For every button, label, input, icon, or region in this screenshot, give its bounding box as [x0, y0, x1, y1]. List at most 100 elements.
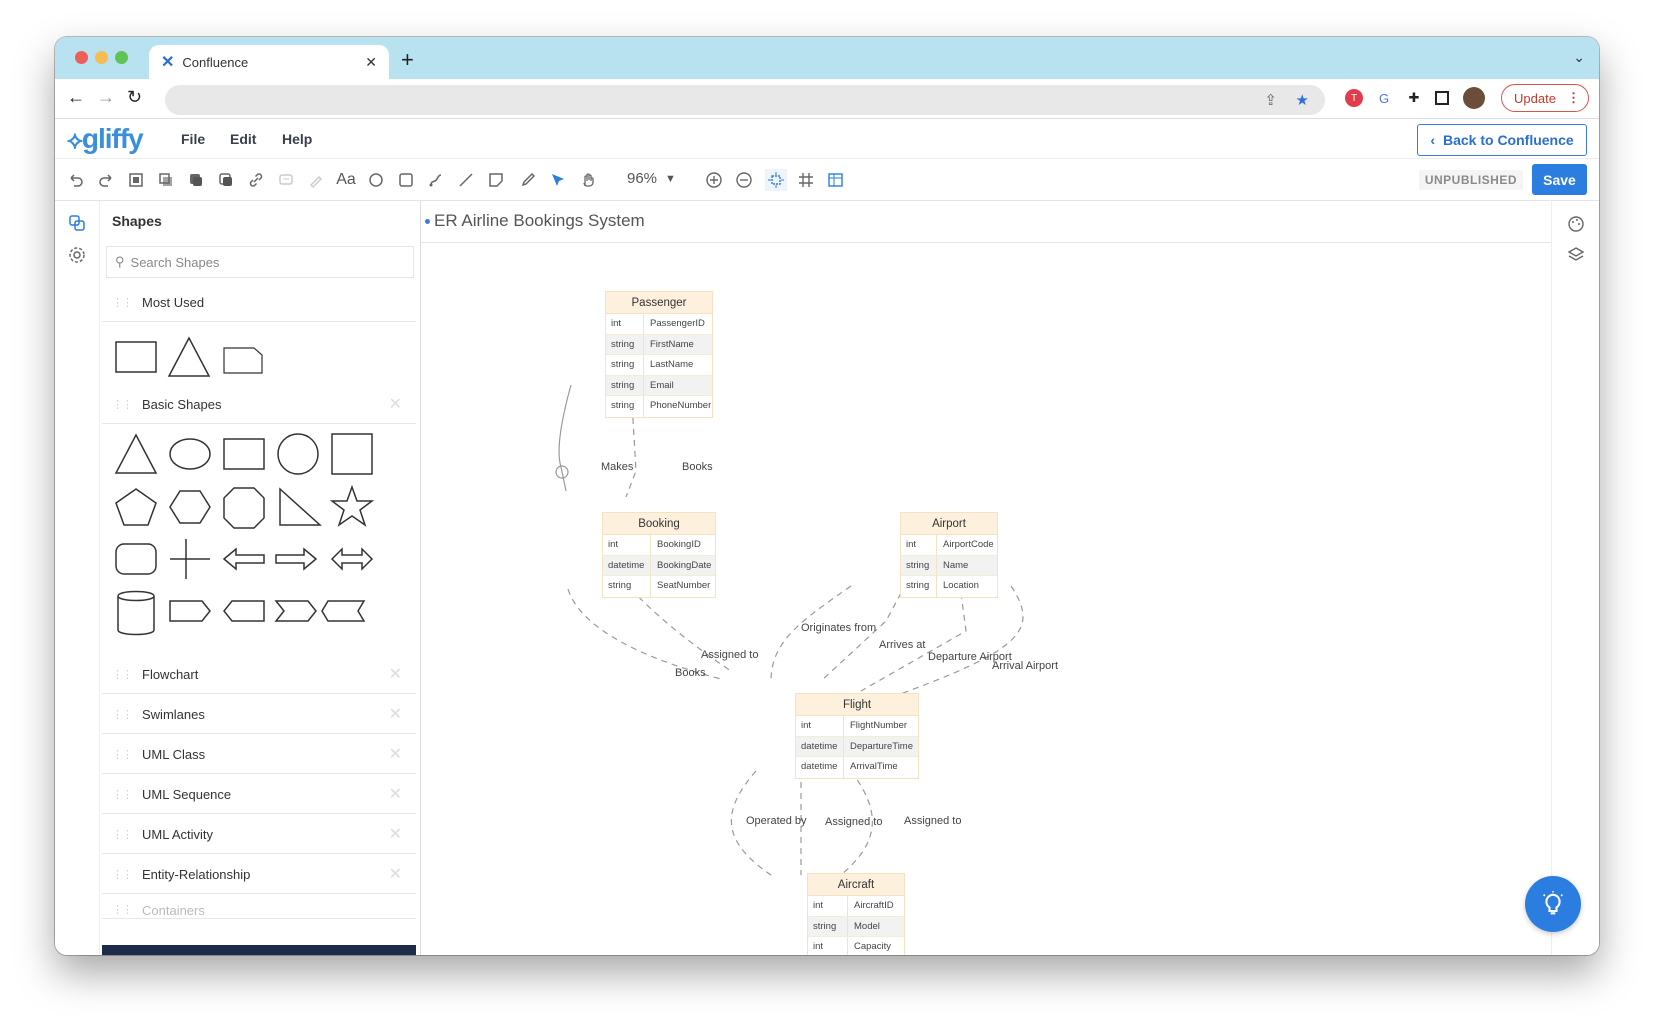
connector-icon[interactable]: [425, 169, 447, 191]
layers-icon[interactable]: [1566, 245, 1586, 265]
tab-strip: ✕ Confluence ✕ + ⌄: [55, 37, 1599, 79]
extension-red-icon[interactable]: T: [1345, 89, 1363, 107]
comment-icon[interactable]: [275, 169, 297, 191]
category-uml-sequence[interactable]: ⋮⋮ UML Sequence ✕: [102, 775, 416, 814]
line-icon[interactable]: [455, 169, 477, 191]
diagram-canvas[interactable]: ER Airline Bookings System Passenger int…: [421, 201, 1551, 955]
category-basic-shapes[interactable]: ⋮⋮ Basic Shapes ✕: [102, 385, 416, 424]
drag-handle-icon[interactable]: ⋮⋮: [102, 903, 142, 916]
rel-label-books[interactable]: Books: [682, 461, 713, 473]
close-tab-icon[interactable]: ✕: [365, 54, 377, 71]
category-most-used[interactable]: ⋮⋮ Most Used: [102, 283, 416, 322]
forward-icon[interactable]: →: [97, 87, 115, 108]
drag-handle-icon[interactable]: ⋮⋮: [102, 828, 142, 841]
drag-handle-icon[interactable]: ⋮⋮: [102, 708, 142, 721]
palette-icon[interactable]: [1566, 214, 1586, 234]
drag-handle-icon[interactable]: ⋮⋮: [102, 398, 142, 411]
new-tab-button[interactable]: +: [401, 47, 414, 73]
zoom-in-icon[interactable]: [703, 169, 725, 191]
link-icon[interactable]: [245, 169, 267, 191]
eyedropper-icon[interactable]: [305, 169, 327, 191]
close-category-icon[interactable]: ✕: [389, 824, 402, 844]
drag-handle-icon[interactable]: ⋮⋮: [102, 748, 142, 761]
save-button[interactable]: Save: [1532, 164, 1587, 195]
redo-icon[interactable]: [95, 169, 117, 191]
pencil-icon[interactable]: [517, 169, 539, 191]
close-category-icon[interactable]: ✕: [389, 704, 402, 724]
url-input[interactable]: ⇪ ★: [165, 85, 1325, 115]
rel-label-assigned-to-2[interactable]: Assigned to: [825, 816, 882, 828]
menu-file[interactable]: File: [181, 131, 205, 147]
entity-aircraft[interactable]: Aircraft int AircraftID string Model int Ca…: [807, 873, 905, 955]
back-to-confluence-button[interactable]: ‹ Back to Confluence: [1417, 124, 1587, 156]
drag-handle-icon[interactable]: ⋮⋮: [102, 296, 142, 309]
bookmark-star-icon[interactable]: ★: [1296, 91, 1309, 109]
browser-tab[interactable]: ✕ Confluence ✕: [149, 45, 389, 79]
category-flowchart[interactable]: ⋮⋮ Flowchart ✕: [102, 655, 416, 694]
tab-search-icon[interactable]: ⌄: [1573, 49, 1585, 66]
entity-field: string SeatNumber: [603, 576, 715, 597]
settings-gear-icon[interactable]: [67, 245, 87, 265]
category-swimlanes[interactable]: ⋮⋮ Swimlanes ✕: [102, 695, 416, 734]
update-button[interactable]: Update ⋮: [1501, 84, 1589, 112]
text-icon[interactable]: Aa: [335, 169, 357, 191]
rectangle-icon[interactable]: [395, 169, 417, 191]
menu-edit[interactable]: Edit: [230, 131, 256, 147]
close-category-icon[interactable]: ✕: [389, 864, 402, 884]
category-uml-activity[interactable]: ⋮⋮ UML Activity ✕: [102, 815, 416, 854]
rel-label-assigned-to-3[interactable]: Assigned to: [904, 815, 961, 827]
profile-avatar[interactable]: [1463, 87, 1485, 109]
translate-icon[interactable]: G: [1375, 89, 1393, 107]
snap-icon[interactable]: [765, 169, 787, 191]
entity-flight[interactable]: Flight int FlightNumber datetime Departure…: [795, 693, 919, 779]
share-icon[interactable]: ⇪: [1264, 91, 1277, 109]
grid-icon[interactable]: [795, 169, 817, 191]
category-entity-relationship[interactable]: ⋮⋮ Entity-Relationship ✕: [102, 855, 416, 894]
close-category-icon[interactable]: ✕: [389, 394, 402, 414]
minimize-window-button[interactable]: [95, 51, 108, 64]
maximize-window-button[interactable]: [115, 51, 128, 64]
entity-passenger[interactable]: Passenger int PassengerID string FirstName…: [605, 291, 713, 418]
pointer-icon[interactable]: [547, 169, 569, 191]
entity-airport[interactable]: Airport int AirportCode string Name string…: [900, 512, 998, 598]
arrange-icon[interactable]: [155, 169, 177, 191]
close-category-icon[interactable]: ✕: [389, 664, 402, 684]
note-icon[interactable]: [485, 169, 507, 191]
undo-icon[interactable]: [65, 169, 87, 191]
zoom-select[interactable]: 96% ▼: [627, 170, 676, 187]
rel-label-makes[interactable]: Makes: [601, 461, 633, 473]
triangle-shape: [167, 336, 211, 377]
search-shapes-input[interactable]: ⚲ Search Shapes: [106, 246, 414, 278]
back-icon[interactable]: ←: [67, 87, 85, 108]
reload-icon[interactable]: ↻: [127, 87, 142, 108]
close-category-icon[interactable]: ✕: [389, 744, 402, 764]
extensions-puzzle-icon[interactable]: ✚: [1405, 89, 1423, 107]
shapes-panel-icon[interactable]: [67, 213, 87, 233]
rel-label-arrival-airport[interactable]: Arrival Airport: [992, 660, 1058, 672]
rel-label-assigned-to[interactable]: Assigned to: [701, 649, 758, 661]
send-back-icon[interactable]: [215, 169, 237, 191]
menu-help[interactable]: Help: [282, 131, 312, 147]
publish-status-badge: UNPUBLISHED: [1418, 170, 1523, 190]
gliffy-logo[interactable]: ⟡gliffy: [67, 123, 144, 155]
entity-booking[interactable]: Booking int BookingID datetime BookingDate…: [602, 512, 716, 598]
ellipse-icon[interactable]: [365, 169, 387, 191]
close-window-button[interactable]: [75, 51, 88, 64]
sidepanel-icon[interactable]: [1435, 91, 1449, 105]
rel-label-operated-by[interactable]: Operated by: [746, 815, 807, 827]
drag-handle-icon[interactable]: ⋮⋮: [102, 668, 142, 681]
rel-label-arrives-at[interactable]: Arrives at: [879, 639, 925, 651]
close-category-icon[interactable]: ✕: [389, 784, 402, 804]
category-containers[interactable]: ⋮⋮ Containers: [102, 895, 416, 919]
group-icon[interactable]: [125, 169, 147, 191]
drag-handle-icon[interactable]: ⋮⋮: [102, 788, 142, 801]
zoom-out-icon[interactable]: [733, 169, 755, 191]
help-lightbulb-button[interactable]: [1525, 876, 1581, 932]
rel-label-books-2[interactable]: Books: [675, 667, 706, 679]
drag-handle-icon[interactable]: ⋮⋮: [102, 868, 142, 881]
table-icon[interactable]: [825, 169, 847, 191]
hand-icon[interactable]: [577, 169, 599, 191]
bring-front-icon[interactable]: [185, 169, 207, 191]
category-uml-class[interactable]: ⋮⋮ UML Class ✕: [102, 735, 416, 774]
rel-label-originates-from[interactable]: Originates from: [801, 622, 876, 634]
